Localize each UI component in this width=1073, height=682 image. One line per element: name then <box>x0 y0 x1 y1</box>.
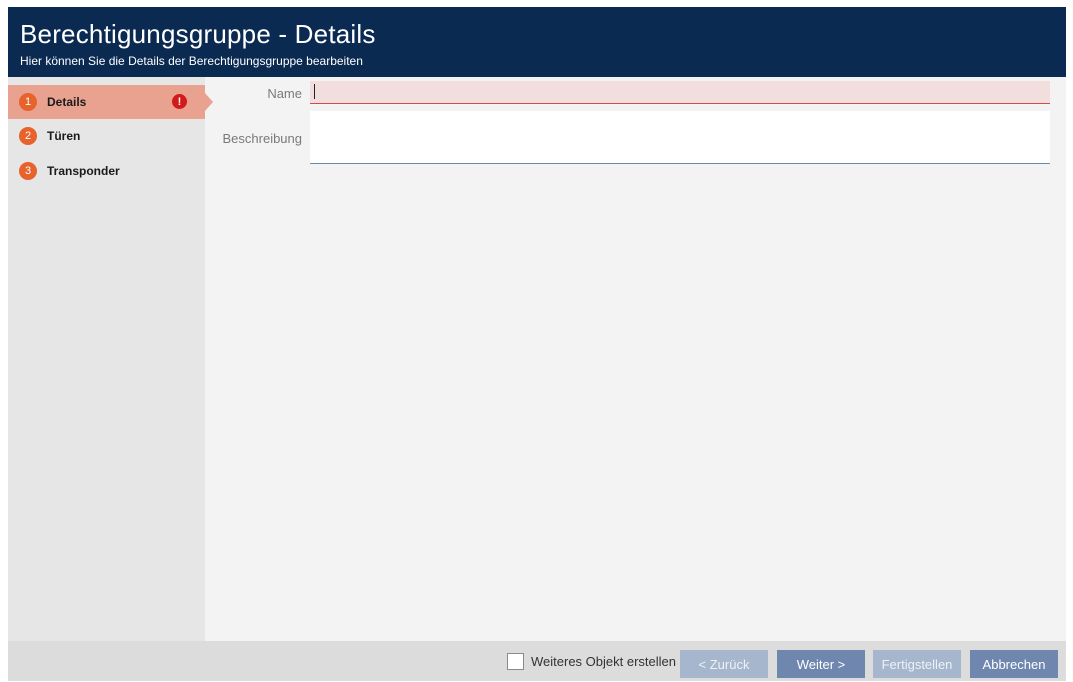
step-details[interactable]: 1 Details ! <box>8 85 213 119</box>
error-icon: ! <box>172 94 187 109</box>
description-input[interactable] <box>310 111 1050 164</box>
name-label: Name <box>267 86 302 101</box>
dialog-footer: Weiteres Objekt erstellen < Zurück Weite… <box>8 641 1066 681</box>
step-number-badge: 3 <box>19 162 37 180</box>
dialog-window: Berechtigungsgruppe - Details Hier könne… <box>8 7 1066 681</box>
create-another-label[interactable]: Weiteres Objekt erstellen <box>531 654 676 669</box>
finish-button[interactable]: Fertigstellen <box>873 650 961 678</box>
step-number-badge: 1 <box>19 93 37 111</box>
step-number-badge: 2 <box>19 127 37 145</box>
step-label: Türen <box>47 129 81 143</box>
create-another-checkbox[interactable] <box>507 653 524 670</box>
cancel-button[interactable]: Abbrechen <box>970 650 1058 678</box>
step-tueren[interactable]: 2 Türen <box>8 119 205 153</box>
step-label: Transponder <box>47 164 120 178</box>
dialog-header: Berechtigungsgruppe - Details Hier könne… <box>8 7 1066 77</box>
create-another-checkbox-group[interactable]: Weiteres Objekt erstellen <box>507 653 676 670</box>
description-label: Beschreibung <box>222 131 303 146</box>
back-button[interactable]: < Zurück <box>680 650 768 678</box>
page-subtitle: Hier können Sie die Details der Berechti… <box>20 54 363 68</box>
wizard-steps-sidebar: 1 Details ! 2 Türen 3 Transponder <box>8 77 213 641</box>
page-title: Berechtigungsgruppe - Details <box>20 19 376 49</box>
next-button[interactable]: Weiter > <box>777 650 865 678</box>
text-caret <box>314 84 315 99</box>
step-label: Details <box>47 95 87 109</box>
name-input[interactable] <box>310 81 1050 104</box>
step-transponder[interactable]: 3 Transponder <box>8 154 205 188</box>
